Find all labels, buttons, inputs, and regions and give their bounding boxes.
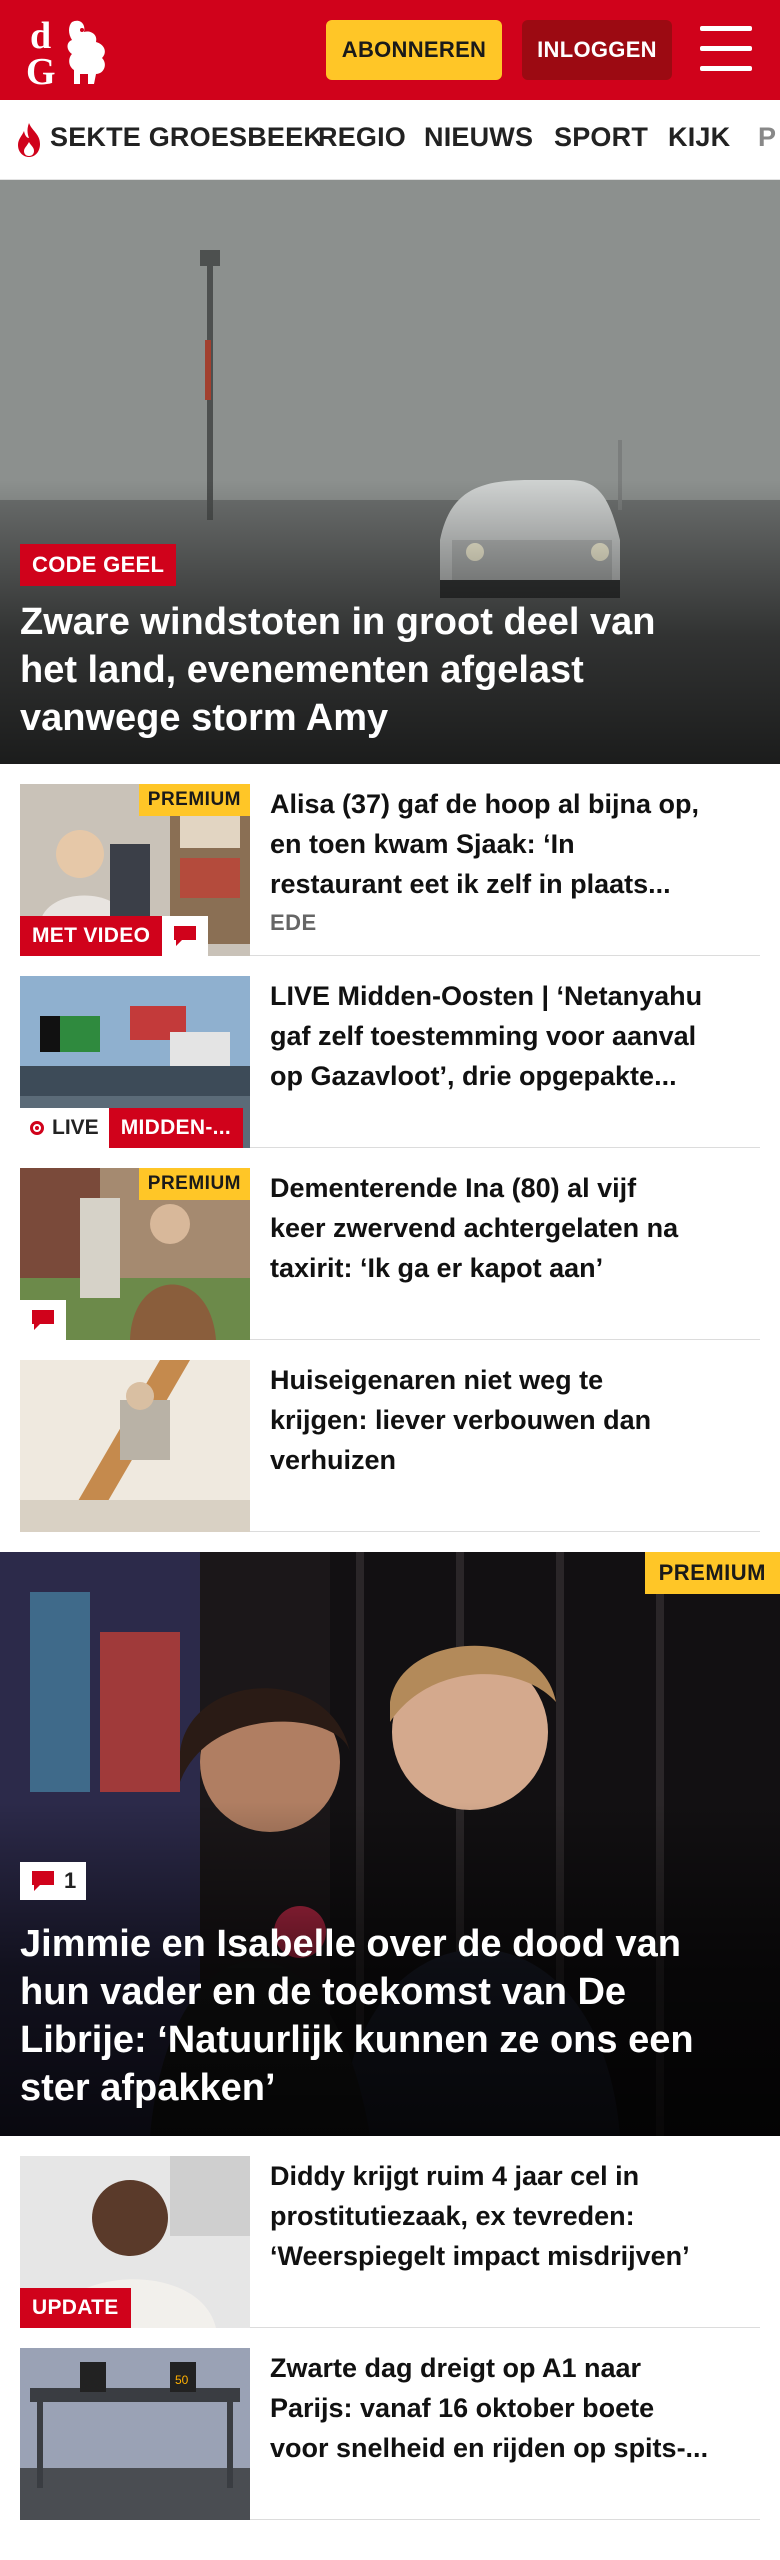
article-item[interactable]: 50 Zwarte dag dreigt op A1 naar Parijs: … [20, 2328, 760, 2520]
article-thumbnail: LIVE MIDDEN-... [20, 976, 250, 1148]
comment-count: 1 [20, 1862, 87, 1900]
article-location: EDE [270, 910, 317, 935]
article-item[interactable]: Huiseigenaren niet weg te krijgen: lieve… [20, 1340, 760, 1532]
article-thumbnail: PREMIUM [20, 1168, 250, 1340]
section-nav: SEKTE GROESBEEK REGIO NIEUWS SPORT KIJK … [0, 100, 780, 180]
subscribe-button[interactable]: ABONNEREN [326, 20, 502, 80]
nav-item-sport[interactable]: SPORT [554, 122, 648, 153]
article-thumbnail [20, 1360, 250, 1532]
comment-icon [32, 1871, 54, 1891]
article-thumbnail: PREMIUM MET VIDEO [20, 784, 250, 956]
article-thumbnail: UPDATE [20, 2156, 250, 2328]
article-item[interactable]: UPDATE Diddy krijgt ruim 4 jaar cel in p… [20, 2136, 760, 2328]
hero-tag: CODE GEEL [20, 544, 177, 586]
article-title[interactable]: LIVE Midden-Oosten | ‘Netanyahu gaf zelf… [270, 976, 760, 1096]
article-title[interactable]: Huiseigenaren niet weg te krijgen: lieve… [270, 1360, 760, 1480]
article-item[interactable]: PREMIUM Dementerende Ina (80) al vijf ke… [20, 1148, 760, 1340]
site-header: d G ABONNEREN INLOGGEN [0, 0, 780, 100]
article-title[interactable]: Alisa (37) gaf de hoop al bijna op, en t… [270, 784, 760, 904]
comment-icon [20, 1300, 66, 1340]
article-item[interactable]: PREMIUM MET VIDEO Alisa (37) gaf de hoop… [20, 764, 760, 956]
topic-badge: MIDDEN-... [108, 1108, 244, 1148]
hero-article[interactable]: CODE GEEL Zware windstoten in groot deel… [0, 180, 780, 764]
live-dot-icon [30, 1121, 44, 1135]
article-item[interactable]: LIVE MIDDEN-... LIVE Midden-Oosten | ‘Ne… [20, 956, 760, 1148]
article-title[interactable]: Zwarte dag dreigt op A1 naar Parijs: van… [270, 2348, 760, 2468]
premium-badge: PREMIUM [644, 1552, 780, 1594]
feature-title[interactable]: Jimmie en Isabelle over de dood van hun … [20, 1920, 760, 2112]
nav-item-more[interactable]: P [758, 122, 776, 153]
site-logo[interactable]: d G [24, 12, 120, 93]
hamburger-menu-icon[interactable] [700, 26, 752, 72]
nav-item-regio[interactable]: REGIO [318, 122, 406, 153]
article-title[interactable]: Dementerende Ina (80) al vijf keer zwerv… [270, 1168, 760, 1288]
svg-text:G: G [26, 51, 56, 90]
hero-title[interactable]: Zware windstoten in groot deel van het l… [20, 598, 740, 742]
login-button[interactable]: INLOGGEN [522, 20, 672, 80]
nav-item-kijk[interactable]: KIJK [668, 122, 730, 153]
premium-badge: PREMIUM [138, 784, 250, 816]
update-badge: UPDATE [20, 2288, 131, 2328]
article-title[interactable]: Diddy krijgt ruim 4 jaar cel in prostitu… [270, 2156, 760, 2276]
nav-item-nieuws[interactable]: NIEUWS [424, 122, 533, 153]
premium-badge: PREMIUM [138, 1168, 250, 1200]
video-badge: MET VIDEO [20, 916, 163, 956]
flame-icon [18, 123, 40, 157]
article-thumbnail: 50 [20, 2348, 250, 2520]
comment-icon [162, 916, 209, 956]
feature-article[interactable]: PREMIUM 1 Jimmie en Isabelle over de doo… [0, 1552, 780, 2136]
svg-text:50: 50 [175, 2373, 189, 2387]
nav-item-sekte-groesbeek[interactable]: SEKTE GROESBEEK [50, 122, 323, 153]
live-indicator: LIVE [20, 1108, 109, 1148]
